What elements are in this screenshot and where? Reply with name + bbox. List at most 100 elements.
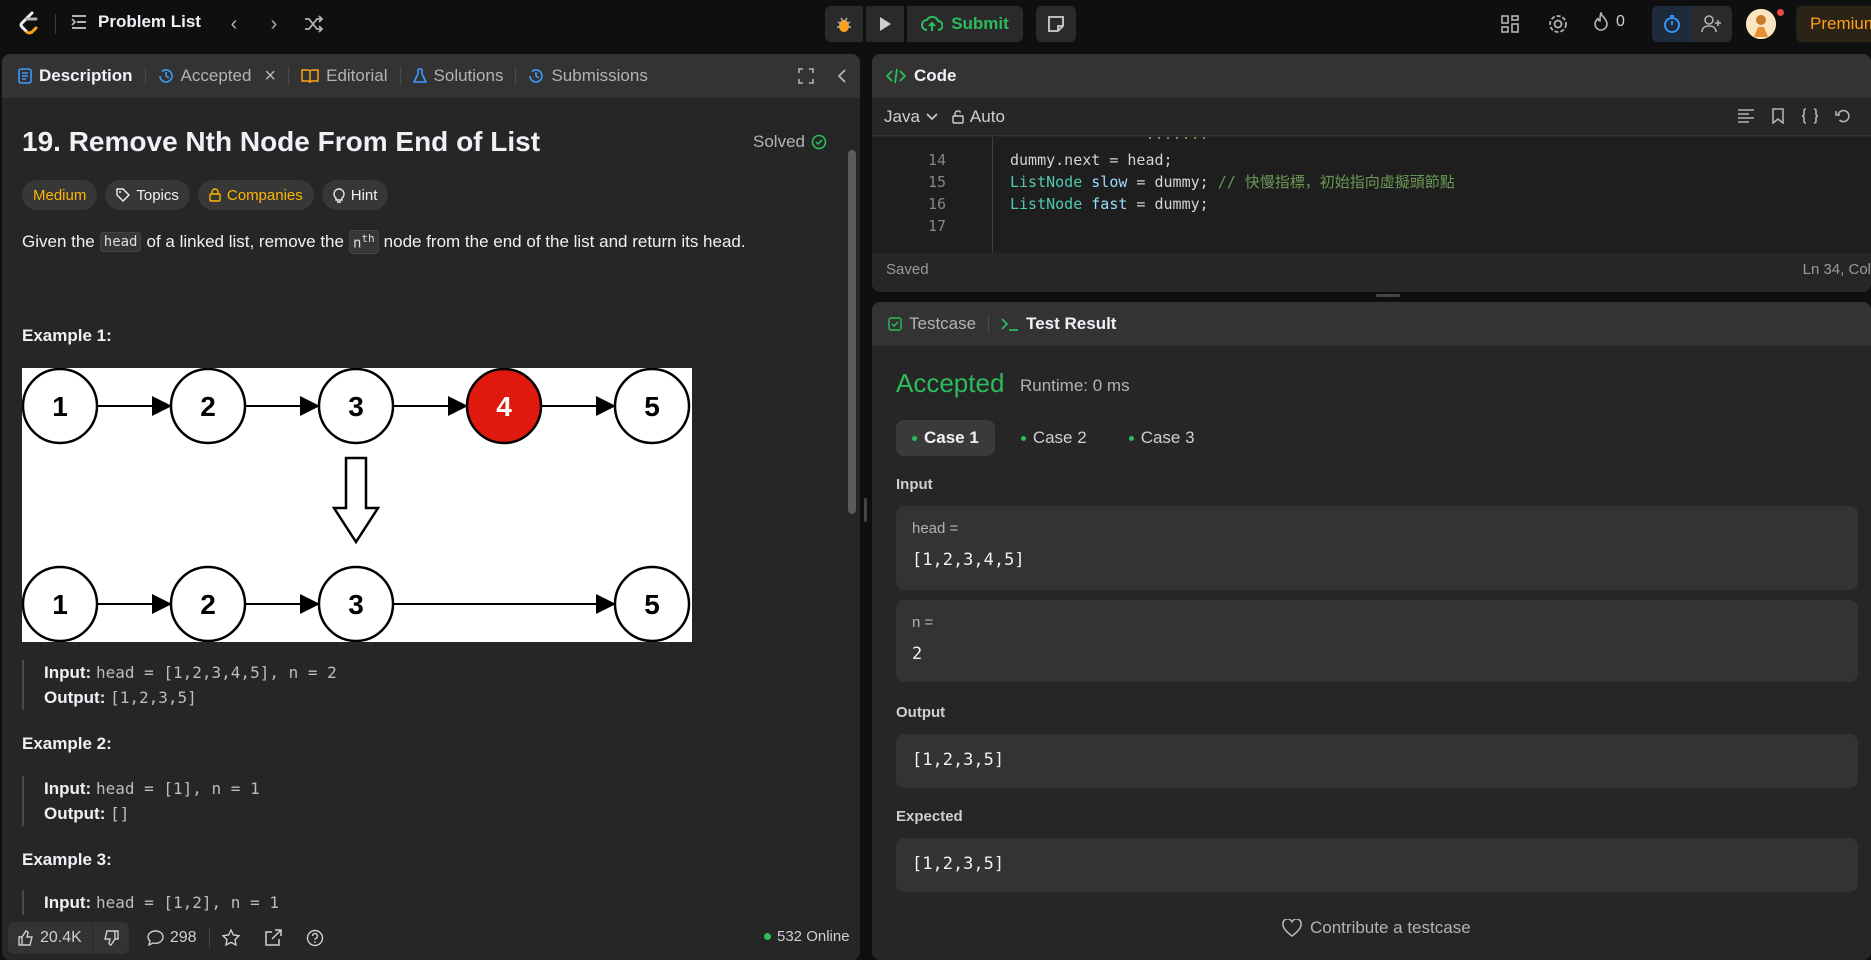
check-circle-icon [811,134,827,150]
cloud-upload-icon [921,15,944,31]
online-dot [764,933,771,940]
case-tab-2[interactable]: Case 2 [1005,420,1103,456]
result-status: Accepted [896,368,1005,398]
diagram-node-label: 3 [348,589,364,620]
play-icon [880,17,891,31]
tab-submissions[interactable]: Submissions [528,66,648,86]
expected-value: [1,2,3,5] [912,854,1005,874]
contribute-testcase-link[interactable]: Contribute a testcase [1282,918,1471,938]
favorite-button[interactable] [210,929,252,947]
solved-status: Solved [753,132,827,152]
dislike-button[interactable] [91,922,129,954]
code-line-16: 16 ListNode fast = dummy; [927,195,1209,213]
tab-test-result[interactable]: Test Result [1001,314,1116,334]
share-button[interactable] [252,929,294,947]
diagram-node-label: 1 [52,391,68,422]
code-editor[interactable]: ······· 14 dummy.next = head; 15 ListNod… [872,137,1871,253]
like-button[interactable]: 20.4K [8,922,92,954]
flask-icon [412,68,427,83]
history-icon [158,69,173,83]
description-tabs: Description Accepted × Editorial Solutio… [2,54,860,98]
example-1-block: Input: head = [1,2,3,4,5], n = 2 Output:… [22,660,337,710]
auto-mode[interactable]: Auto [952,107,1005,127]
checkbox-icon [888,317,902,331]
problem-list-button[interactable]: Problem List [70,12,201,32]
description-footer: 20.4K 298 532 Online [2,916,860,960]
reset-icon[interactable] [1835,108,1851,124]
streak-counter[interactable]: 0 [1592,12,1625,32]
tab-description[interactable]: Description [18,66,133,86]
add-friend-button[interactable] [1692,6,1732,42]
code-tab-label[interactable]: Code [914,66,957,86]
share-icon [264,929,282,946]
timer-group [1652,6,1732,42]
run-button[interactable] [866,6,904,42]
language-select[interactable]: Java [884,107,938,127]
inline-code-head: head [99,231,142,252]
description-scrollbar[interactable] [848,150,856,514]
run-submit-group: Submit [825,6,1023,42]
tab-testcase[interactable]: Testcase [888,314,976,334]
example-1-title: Example 1: [22,326,112,345]
leetcode-logo-icon[interactable] [14,9,44,39]
diagram-node-label: 1 [52,589,68,620]
prev-problem-icon[interactable]: ‹ [222,12,246,36]
debug-bug-icon [837,17,851,32]
premium-button[interactable]: Premium [1796,6,1871,42]
close-tab-icon[interactable]: × [264,65,276,88]
star-icon [221,929,240,947]
vertical-resize-handle[interactable] [864,498,867,522]
book-icon [301,69,319,84]
diagram-node-label: 5 [644,589,660,620]
help-button[interactable] [294,929,336,947]
settings-gear-icon[interactable] [1546,12,1570,36]
diagram-node-label: 4 [496,391,512,422]
curly-braces-icon[interactable] [1801,108,1819,124]
horizontal-resize-handle[interactable] [1376,294,1400,297]
question-icon [306,929,323,947]
history-icon [529,69,544,83]
case-tab-1[interactable]: Case 1 [896,420,995,456]
example-2-block: Input: head = [1], n = 1 Output: [] [22,776,260,826]
add-user-icon [1701,15,1721,33]
example-2-title: Example 2: [22,734,112,753]
timer-button[interactable] [1652,6,1692,42]
next-problem-icon[interactable]: › [262,12,286,36]
input-n-box: n = 2 [896,600,1858,682]
comment-icon [147,930,164,946]
companies-badge[interactable]: Companies [197,180,314,210]
tab-editorial[interactable]: Editorial [301,66,388,86]
comment-count: 298 [169,929,197,946]
output-label: Output [896,704,946,721]
user-avatar[interactable] [1746,9,1776,39]
problem-badges: Medium Topics Companies Hint [22,180,389,210]
thumbs-down-icon [103,930,119,946]
saved-status: Saved [886,261,929,278]
code-panel: Code Java Auto ······· 14 dummy.next = h… [872,54,1871,292]
fullscreen-icon[interactable] [798,68,814,84]
hint-badge[interactable]: Hint [321,180,389,210]
submit-button[interactable]: Submit [907,6,1023,42]
layout-icon[interactable] [1498,12,1522,36]
shuffle-icon[interactable] [302,12,326,36]
stopwatch-icon [1664,15,1680,33]
example-1-diagram: 1 2 3 4 5 1 2 3 5 [21,367,692,643]
tab-solutions[interactable]: Solutions [412,66,503,86]
streak-count: 0 [1616,13,1625,30]
inline-code-nth: nth [348,230,379,254]
navbar-divider [55,14,56,34]
bookmark-icon[interactable] [1771,108,1785,124]
notes-button[interactable] [1036,6,1076,42]
topics-badge[interactable]: Topics [105,180,190,210]
head-value: [1,2,3,4,5] [912,550,1025,570]
output-box: [1,2,3,5] [896,734,1858,788]
test-result-panel: Testcase Test Result Accepted Runtime: 0… [872,302,1871,960]
collapse-chevron-icon[interactable] [836,68,848,84]
case-tab-3[interactable]: Case 3 [1113,420,1211,456]
tab-accepted[interactable]: Accepted × [158,65,276,88]
comments-button[interactable]: 298 [135,929,209,947]
diagram-node-label: 2 [200,391,216,422]
heart-icon [1282,919,1302,937]
format-lines-icon[interactable] [1737,108,1755,124]
debug-button[interactable] [825,6,863,42]
